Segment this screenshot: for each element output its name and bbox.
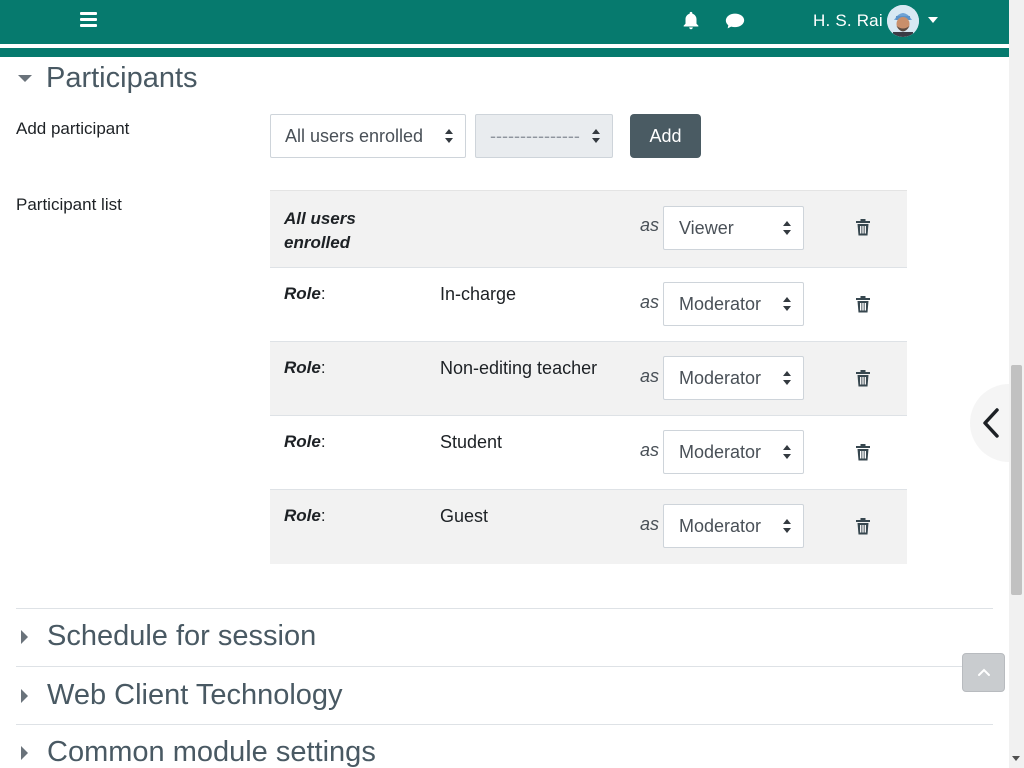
participant-name: Guest [440, 506, 489, 526]
trash-icon[interactable] [855, 517, 871, 535]
select-arrows-icon [783, 519, 791, 535]
select-arrows-icon [783, 445, 791, 461]
role-select[interactable]: Moderator [663, 282, 804, 326]
bell-icon[interactable] [679, 10, 703, 32]
as-label: as [640, 440, 660, 460]
select-value: Viewer [679, 217, 734, 238]
as-label: as [640, 366, 660, 386]
chat-icon[interactable] [723, 10, 747, 32]
section-title: Web Client Technology [47, 679, 343, 711]
role-select[interactable]: Moderator [663, 356, 804, 400]
participant-row: Role: Guest as Moderator [270, 490, 907, 564]
section-web-client[interactable]: Web Client Technology [16, 679, 343, 712]
role-select[interactable]: Moderator [663, 430, 804, 474]
participant-name: Student [440, 432, 503, 452]
chevron-up-icon [978, 668, 990, 676]
select-value: Moderator [679, 515, 762, 536]
trash-icon[interactable] [855, 218, 871, 236]
participant-row: All users enrolled as Viewer [270, 190, 907, 268]
drawer-toggle-button[interactable] [970, 384, 1009, 462]
role-label-text: Role [284, 284, 321, 303]
participant-row: Role: In-charge as Moderator [270, 268, 907, 342]
add-participant-label: Add participant [16, 119, 130, 138]
trash-icon[interactable] [855, 443, 871, 461]
scrollbar-thumb[interactable] [1011, 365, 1022, 595]
caret-down-icon[interactable] [928, 17, 938, 23]
add-button[interactable]: Add [630, 114, 701, 158]
hamburger-icon[interactable] [80, 12, 97, 28]
add-participant-select[interactable]: All users enrolled [270, 114, 466, 158]
role-label: Role: [284, 284, 326, 303]
role-label: Role: [284, 432, 326, 451]
trash-icon[interactable] [855, 295, 871, 313]
scroll-down-icon[interactable] [1012, 756, 1020, 761]
as-label: as [640, 292, 660, 312]
participant-row: Role: Student as Moderator [270, 416, 907, 490]
navbar-stripe [0, 44, 1009, 57]
section-divider [16, 608, 993, 609]
add-participant-sub-select[interactable]: --------------- [475, 114, 613, 158]
section-divider [16, 666, 993, 667]
select-value: --------------- [490, 125, 580, 146]
section-schedule[interactable]: Schedule for session [16, 620, 316, 653]
select-value: Moderator [679, 441, 762, 462]
top-navbar: H. S. Rai [0, 0, 1009, 44]
select-value: Moderator [679, 367, 762, 388]
chevron-left-icon [983, 408, 999, 438]
section-divider [16, 724, 993, 725]
caret-right-icon [21, 745, 28, 760]
role-label: Role: [284, 358, 326, 377]
role-select[interactable]: Moderator [663, 504, 804, 548]
participant-row: Role: Non-editing teacher as Moderator [270, 342, 907, 416]
user-name[interactable]: H. S. Rai [813, 11, 883, 31]
role-label-text: Role [284, 432, 321, 451]
back-to-top-button[interactable] [962, 653, 1005, 692]
role-label-text: Role [284, 358, 321, 377]
as-label: as [640, 215, 660, 235]
participant-name: In-charge [440, 284, 517, 304]
section-common-module[interactable]: Common module settings [16, 736, 376, 768]
avatar[interactable] [887, 5, 919, 37]
select-arrows-icon [783, 297, 791, 313]
select-arrows-icon [783, 371, 791, 387]
participant-name: All users enrolled [284, 209, 356, 252]
section-participants[interactable]: Participants [16, 62, 198, 95]
section-title: Schedule for session [47, 620, 317, 652]
caret-down-icon [18, 75, 32, 82]
section-title: Common module settings [47, 736, 376, 768]
caret-right-icon [21, 688, 28, 703]
trash-icon[interactable] [855, 369, 871, 387]
select-arrows-icon [783, 221, 791, 237]
participant-name: Non-editing teacher [440, 358, 598, 378]
select-arrows-icon [445, 129, 453, 145]
section-title: Participants [46, 62, 198, 94]
select-arrows-icon [592, 129, 600, 145]
role-label-text: Role [284, 506, 321, 525]
role-label: Role: [284, 506, 326, 525]
as-label: as [640, 514, 660, 534]
caret-right-icon [21, 629, 28, 644]
participant-list: All users enrolled as Viewer Role: In-ch… [270, 190, 907, 564]
select-value: All users enrolled [285, 125, 424, 146]
select-value: Moderator [679, 293, 762, 314]
participant-list-label: Participant list [16, 195, 122, 214]
role-select[interactable]: Viewer [663, 206, 804, 250]
